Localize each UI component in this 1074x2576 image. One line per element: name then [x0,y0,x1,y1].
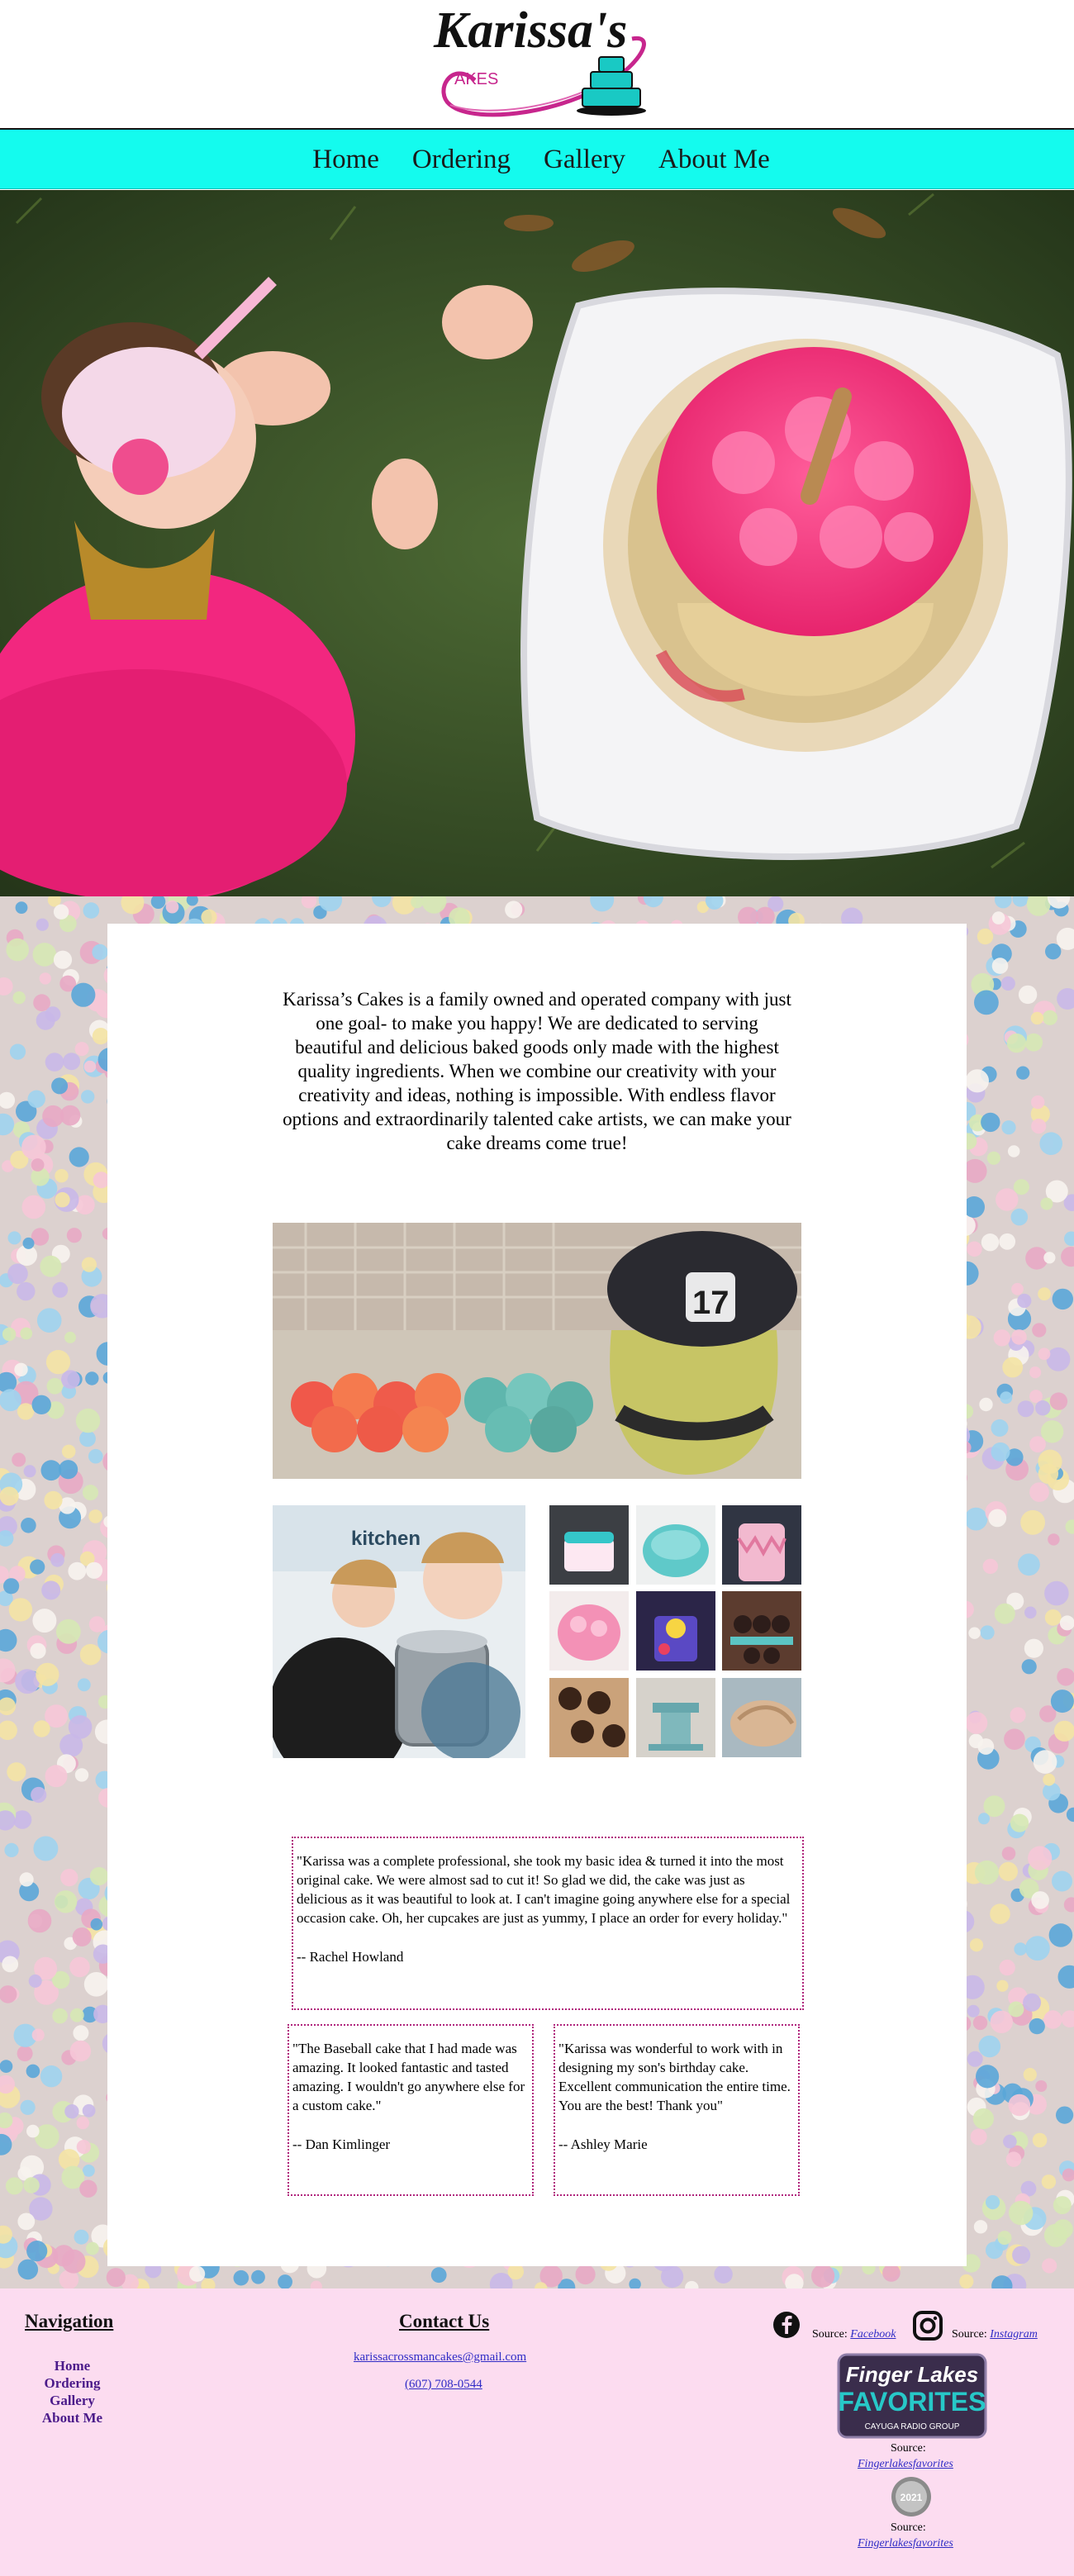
footer-link-about-me[interactable]: About Me [25,2409,120,2426]
svg-text:CAYUGA RADIO GROUP: CAYUGA RADIO GROUP [865,2422,960,2431]
svg-text:Karissa's: Karissa's [433,2,627,59]
facebook-link[interactable]: Facebook [850,2328,896,2341]
thumb-cake-7[interactable] [549,1678,629,1757]
nav-home[interactable]: Home [312,145,379,175]
thumb-cake-5[interactable] [636,1591,715,1671]
instagram-source: Source: Instagram [952,2328,1038,2341]
review-quote: "Karissa was a complete professional, sh… [297,1853,791,1926]
fl-source-2: Fingerlakesfavorites [858,2537,953,2550]
review-author: -- Rachel Howland [297,1949,404,1965]
instagram-link[interactable]: Instagram [990,2328,1038,2341]
svg-text:FAVORITES: FAVORITES [839,2387,986,2417]
nav-about-me[interactable]: About Me [658,145,770,175]
facebook-icon[interactable] [772,2311,801,2339]
fl-source-label-1: Source: [891,2442,926,2455]
hero-photo-baby-with-cake [0,190,1074,896]
site-header: Karissa's AKES [0,0,1074,130]
svg-text:17: 17 [692,1285,729,1321]
footer-nav: Home Ordering Gallery About Me [25,2357,120,2426]
email-link[interactable]: karissacrossmancakes@gmail.com [354,2350,526,2365]
review-quote: "The Baseball cake that I had made was a… [292,2041,525,2113]
award-badge-icon: 2021 [891,2477,931,2517]
footer-link-ordering[interactable]: Ordering [25,2374,120,2392]
svg-text:2021: 2021 [901,2492,923,2503]
svg-text:kitchen: kitchen [351,1528,421,1550]
review-ashley-marie: "Karissa was wonderful to work with in d… [554,2024,800,2196]
phone-link[interactable]: (607) 708-0544 [405,2378,482,2392]
intro-paragraph: Karissa’s Cakes is a family owned and op… [283,989,791,1153]
photo-firefighter-cake-and-cupcakes: 17 [273,1223,801,1479]
photo-kids-baking: kitchen [273,1505,525,1758]
footer-link-gallery[interactable]: Gallery [25,2392,120,2409]
finger-lakes-favorites-logo[interactable]: Finger Lakes FAVORITES CAYUGA RADIO GROU… [837,2353,987,2439]
review-quote: "Karissa was wonderful to work with in d… [558,2041,791,2113]
fl-link-2[interactable]: Fingerlakesfavorites [858,2537,953,2550]
thumb-cake-1[interactable] [549,1505,629,1585]
footer-link-home[interactable]: Home [25,2357,120,2374]
review-rachel-howland: "Karissa was a complete professional, sh… [292,1837,804,2010]
review-author: -- Ashley Marie [558,2136,648,2152]
footer-contact-heading: Contact Us [399,2311,490,2331]
fl-source-label-2: Source: [891,2521,926,2534]
thumb-cake-8[interactable] [636,1678,715,1757]
facebook-source: Source: Facebook [812,2328,896,2341]
fl-source-1: Fingerlakesfavorites [858,2458,953,2471]
svg-text:Finger Lakes: Finger Lakes [846,2362,978,2387]
review-author: -- Dan Kimlinger [292,2136,391,2152]
thumb-cake-4[interactable] [549,1591,629,1671]
review-dan-kimlinger: "The Baseball cake that I had made was a… [288,2024,534,2196]
fl-link-1[interactable]: Fingerlakesfavorites [858,2458,953,2470]
nav-gallery[interactable]: Gallery [544,145,625,175]
main-navigation: Home Ordering Gallery About Me [0,130,1074,189]
thumb-cake-6[interactable] [722,1591,801,1671]
footer-nav-heading: Navigation [25,2311,114,2331]
thumb-cake-9[interactable] [722,1678,801,1757]
tiered-cake-icon [577,56,646,116]
svg-text:AKES: AKES [454,70,498,88]
nav-ordering[interactable]: Ordering [412,145,511,175]
karissas-cakes-logo[interactable]: Karissa's AKES [417,2,657,119]
instagram-icon[interactable] [913,2311,943,2341]
thumb-cake-2[interactable] [636,1505,715,1585]
thumb-cake-3[interactable] [722,1505,801,1585]
